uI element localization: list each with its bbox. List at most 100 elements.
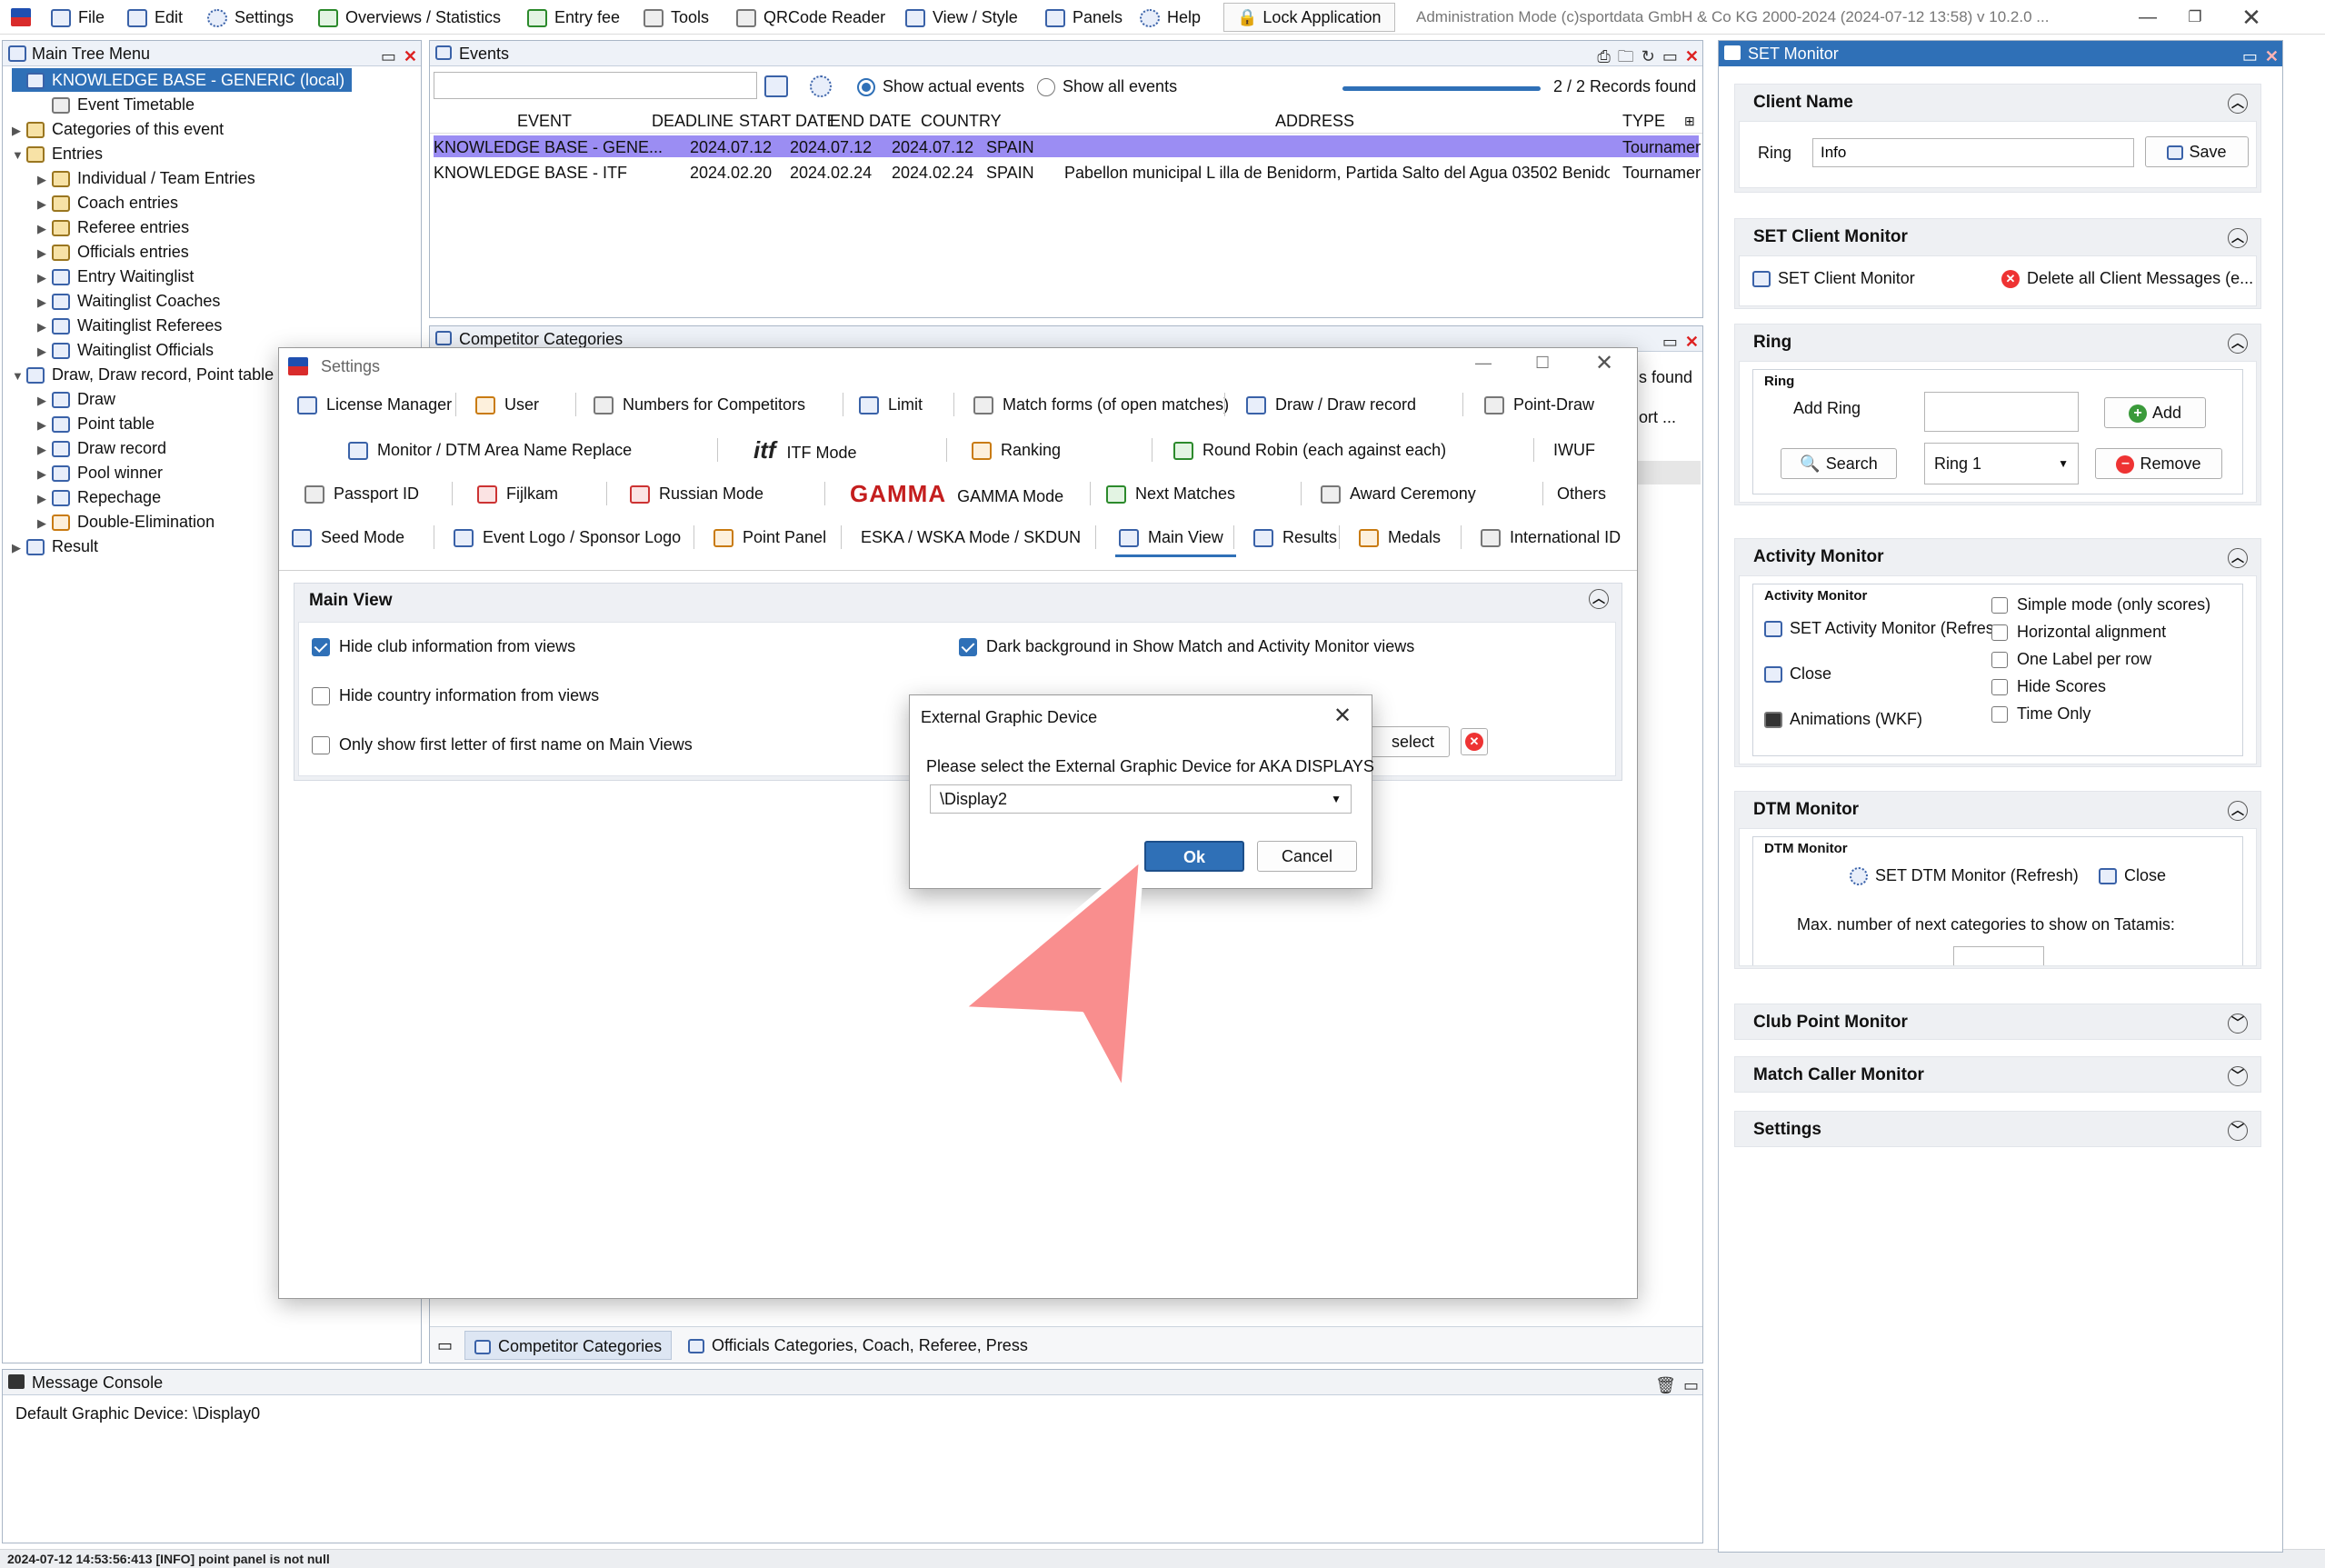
tree-item[interactable]: ▶ Waitinglist Officials [37,338,214,362]
animations-button[interactable]: Animations (WKF) [1764,710,1922,729]
chevron-right-icon[interactable]: ▶ [12,536,26,560]
settings-tab[interactable]: Limit [859,386,923,423]
settings-tab[interactable]: Passport ID [304,475,419,512]
col-deadline[interactable]: DEADLINE [652,108,733,134]
cell-type[interactable]: Tournament [1622,161,1701,185]
collapse-chevron-icon[interactable]: ︿ [2228,94,2248,114]
menu-qrcode[interactable]: QRCode Reader [736,0,885,35]
expand-chevron-icon[interactable]: ﹀ [2228,1066,2248,1086]
chevron-right-icon[interactable]: ▶ [37,438,52,462]
settings-tab[interactable]: User [475,386,539,423]
club-point-monitor-section[interactable]: Club Point Monitor ﹀ [1734,1004,2261,1040]
settings-tab[interactable]: Event Logo / Sponsor Logo [454,519,681,555]
chevron-down-icon[interactable]: ▼ [12,144,26,167]
delete-client-messages-button[interactable]: ✕ Delete all Client Messages (e... [2001,269,2253,289]
chevron-right-icon[interactable]: ▶ [37,414,52,437]
maximize-panel-icon[interactable]: ▭ [1662,46,1678,66]
add-ring-button[interactable]: + Add [2104,397,2206,428]
settings-tab[interactable]: Ranking [972,432,1061,468]
close-dialog-button[interactable]: ✕ [1595,350,1613,376]
col-address[interactable]: ADDRESS [1275,108,1354,134]
settings-tab[interactable]: Point-Draw [1484,386,1594,423]
close-window-button[interactable]: ✕ [2230,0,2272,35]
tab-layout-icon[interactable]: ▭ [437,1336,453,1355]
cell-end-date[interactable]: 2024.02.24 [892,161,981,185]
cell-type[interactable]: Tournament [1622,135,1701,159]
settings-tab[interactable]: Next Matches [1106,475,1235,512]
settings-tab[interactable]: GAMMA GAMMA Mode [850,475,1063,512]
settings-tab[interactable]: Point Panel [713,519,826,555]
settings-tab[interactable]: Match forms (of open matches) [973,386,1229,423]
chevron-right-icon[interactable]: ▶ [37,389,52,413]
menu-panels[interactable]: Panels [1045,0,1123,35]
expand-chevron-icon[interactable]: ﹀ [2228,1014,2248,1034]
minimize-dialog-button[interactable]: — [1475,354,1492,373]
chevron-right-icon[interactable]: ▶ [37,291,52,315]
cell-event[interactable]: KNOWLEDGE BASE - ITF [434,161,679,185]
col-country[interactable]: COUNTRY [921,108,1002,134]
tree-item[interactable]: ▶ Waitinglist Referees [37,314,222,337]
chevron-right-icon[interactable]: ▶ [12,119,26,143]
settings-tab[interactable]: International ID [1481,519,1621,555]
collapse-chevron-icon[interactable]: ︿ [2228,548,2248,568]
cell-country[interactable]: SPAIN [986,161,1061,185]
option-hide-club[interactable]: Hide club information from views [312,637,575,657]
tree-item[interactable]: ▼ Draw, Draw record, Point table [12,363,274,386]
club-point-monitor-header[interactable]: Club Point Monitor [1735,1004,2260,1041]
settings-tab[interactable]: IWUF [1553,432,1595,468]
cell-event[interactable]: KNOWLEDGE BASE - GENE... [434,135,679,159]
cell-address[interactable]: Pabellon municipal L illa de Benidorm, P… [1064,161,1610,185]
settings-tab[interactable]: Seed Mode [292,519,404,555]
tree-item[interactable]: ▶ Double-Elimination [37,510,215,534]
close-panel-icon[interactable]: ✕ [1685,46,1699,66]
open-client-monitor-button[interactable]: SET Client Monitor [1752,269,1915,288]
collapse-chevron-icon[interactable]: ︿ [2228,801,2248,821]
cell-start-date[interactable]: 2024.07.12 [790,135,886,159]
tree-item[interactable]: ▶ Draw record [37,436,166,460]
tree-item[interactable]: ▶ Entry Waitinglist [37,265,194,288]
option-dark-background[interactable]: Dark background in Show Match and Activi… [959,637,1414,657]
activity-option[interactable]: Time Only [1991,704,2091,724]
menu-file[interactable]: File [51,0,105,35]
ring-select[interactable]: Ring 1 ▼ [1924,443,2079,484]
chevron-right-icon[interactable]: ▶ [37,266,52,290]
tree-item[interactable]: ▶ Result [12,534,98,558]
tree-item[interactable]: ▶ Referee entries [37,215,189,239]
close-activity-monitor-button[interactable]: Close [1764,664,1831,684]
settings-tab[interactable]: Results [1253,519,1337,555]
cell-deadline[interactable]: 2024.02.20 [690,161,784,185]
client-name-header[interactable]: Client Name [1735,85,2260,121]
chevron-right-icon[interactable]: ▶ [37,242,52,265]
remove-ring-button[interactable]: – Remove [2095,448,2222,479]
ring-header[interactable]: Ring [1735,325,2260,361]
settings-tab[interactable]: Medals [1359,519,1441,555]
clear-device-button[interactable]: ✕ [1461,728,1488,755]
monitor-settings-header[interactable]: Settings [1735,1112,2260,1148]
radio-all-events[interactable]: Show all events [1037,74,1177,99]
settings-tab[interactable]: Monitor / DTM Area Name Replace [348,432,632,468]
maximize-panel-icon[interactable]: ▭ [2242,46,2258,66]
hide-country-checkbox[interactable] [312,687,330,706]
match-caller-monitor-header[interactable]: Match Caller Monitor [1735,1057,2260,1094]
cell-start-date[interactable]: 2024.02.24 [790,161,886,185]
events-search-input[interactable] [434,72,757,99]
add-ring-input[interactable] [1924,392,2079,432]
activity-option[interactable]: Horizontal alignment [1991,623,2166,642]
tree-item[interactable]: ▶ Coach entries [37,191,178,215]
settings-tab[interactable]: Draw / Draw record [1246,386,1416,423]
tree-item[interactable]: ▼ Entries [12,142,103,165]
settings-tab[interactable]: Award Ceremony [1321,475,1476,512]
settings-tab[interactable]: License Manager [297,386,452,423]
dark-background-checkbox[interactable] [959,638,977,657]
cancel-button[interactable]: Cancel [1257,841,1357,872]
radio-actual-events[interactable]: Show actual events [857,74,1024,99]
close-panel-icon[interactable]: ✕ [404,46,417,66]
activity-option[interactable]: One Label per row [1991,650,2151,669]
activity-option-checkbox[interactable] [1991,706,2008,724]
chevron-right-icon[interactable]: ▶ [37,463,52,486]
save-button[interactable]: Save [2145,136,2249,167]
monitor-settings-section[interactable]: Settings ﹀ [1734,1111,2261,1147]
menu-view-style[interactable]: View / Style [905,0,1018,35]
column-chooser-icon[interactable]: ⊞ [1684,108,1695,134]
tree-item[interactable]: ▶ Draw [37,387,115,411]
